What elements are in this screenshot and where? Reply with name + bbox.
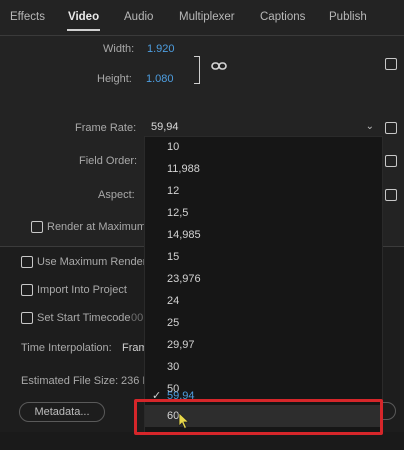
tab-multiplexer[interactable]: Multiplexer: [179, 11, 235, 23]
import-project-checkbox[interactable]: [21, 284, 33, 296]
frame-rate-option[interactable]: 14,985: [167, 229, 201, 241]
frame-rate-option[interactable]: 23,976: [167, 273, 201, 285]
frame-rate-dropdown: 10 11,988 12 12,5 14,985 15 23,976 24 25…: [144, 136, 383, 434]
mouse-pointer-icon: [178, 412, 190, 430]
chevron-down-icon: ⌄: [365, 121, 374, 132]
field-order-checkbox[interactable]: [385, 155, 397, 167]
frame-rate-option[interactable]: 29,97: [167, 339, 195, 351]
timecode-value[interactable]: 00: [131, 312, 143, 324]
height-label: Height:: [97, 73, 132, 85]
frame-rate-checkbox[interactable]: [385, 122, 397, 134]
metadata-button[interactable]: Metadata...: [19, 402, 105, 422]
set-start-timecode-label: Set Start Timecode: [37, 312, 131, 324]
frame-rate-option[interactable]: 30: [167, 361, 179, 373]
tab-audio[interactable]: Audio: [124, 11, 153, 23]
frame-rate-option[interactable]: 12,5: [167, 207, 188, 219]
tab-bar-border: [0, 35, 404, 36]
frame-rate-option[interactable]: 12: [167, 185, 179, 197]
aspect-checkbox[interactable]: [385, 189, 397, 201]
render-max-checkbox[interactable]: [31, 221, 43, 233]
time-interpolation-label: Time Interpolation:: [21, 342, 112, 354]
import-project-label: Import Into Project: [37, 284, 127, 296]
tab-publish[interactable]: Publish: [329, 11, 367, 23]
frame-rate-select[interactable]: 59,94 ⌄: [146, 120, 378, 137]
frame-rate-option[interactable]: 10: [167, 141, 179, 153]
annotation-highlight-box: [134, 399, 383, 435]
tab-effects[interactable]: Effects: [10, 11, 45, 23]
field-order-label: Field Order:: [79, 155, 138, 167]
frame-rate-option[interactable]: 11,988: [167, 163, 200, 175]
frame-rate-option[interactable]: 15: [167, 251, 179, 263]
frame-rate-option[interactable]: 24: [167, 295, 179, 307]
width-value[interactable]: 1.920: [147, 43, 175, 55]
tab-captions[interactable]: Captions: [260, 11, 305, 23]
use-max-render-checkbox[interactable]: [21, 256, 33, 268]
chain-link-icon[interactable]: [211, 60, 227, 72]
width-label: Width:: [103, 43, 135, 55]
dimension-link-bracket: [194, 56, 200, 84]
render-max-label: Render at Maximum: [47, 221, 147, 233]
estimated-file-size-value: 236 I: [121, 375, 146, 387]
frame-rate-option[interactable]: 25: [167, 317, 179, 329]
frame-rate-value: 59,94: [151, 121, 179, 133]
tab-bar: Effects Video Audio Multiplexer Captions…: [0, 0, 404, 36]
height-value[interactable]: 1.080: [146, 73, 174, 85]
aspect-label: Aspect:: [98, 189, 135, 201]
tab-video[interactable]: Video: [68, 11, 99, 23]
use-max-render-label: Use Maximum Render: [37, 256, 147, 268]
frame-rate-label: Frame Rate:: [75, 122, 137, 134]
dimension-override-checkbox[interactable]: [385, 58, 397, 70]
estimated-file-size-label: Estimated File Size:: [21, 375, 119, 387]
set-start-timecode-checkbox[interactable]: [21, 312, 33, 324]
active-tab-indicator: [67, 29, 100, 31]
